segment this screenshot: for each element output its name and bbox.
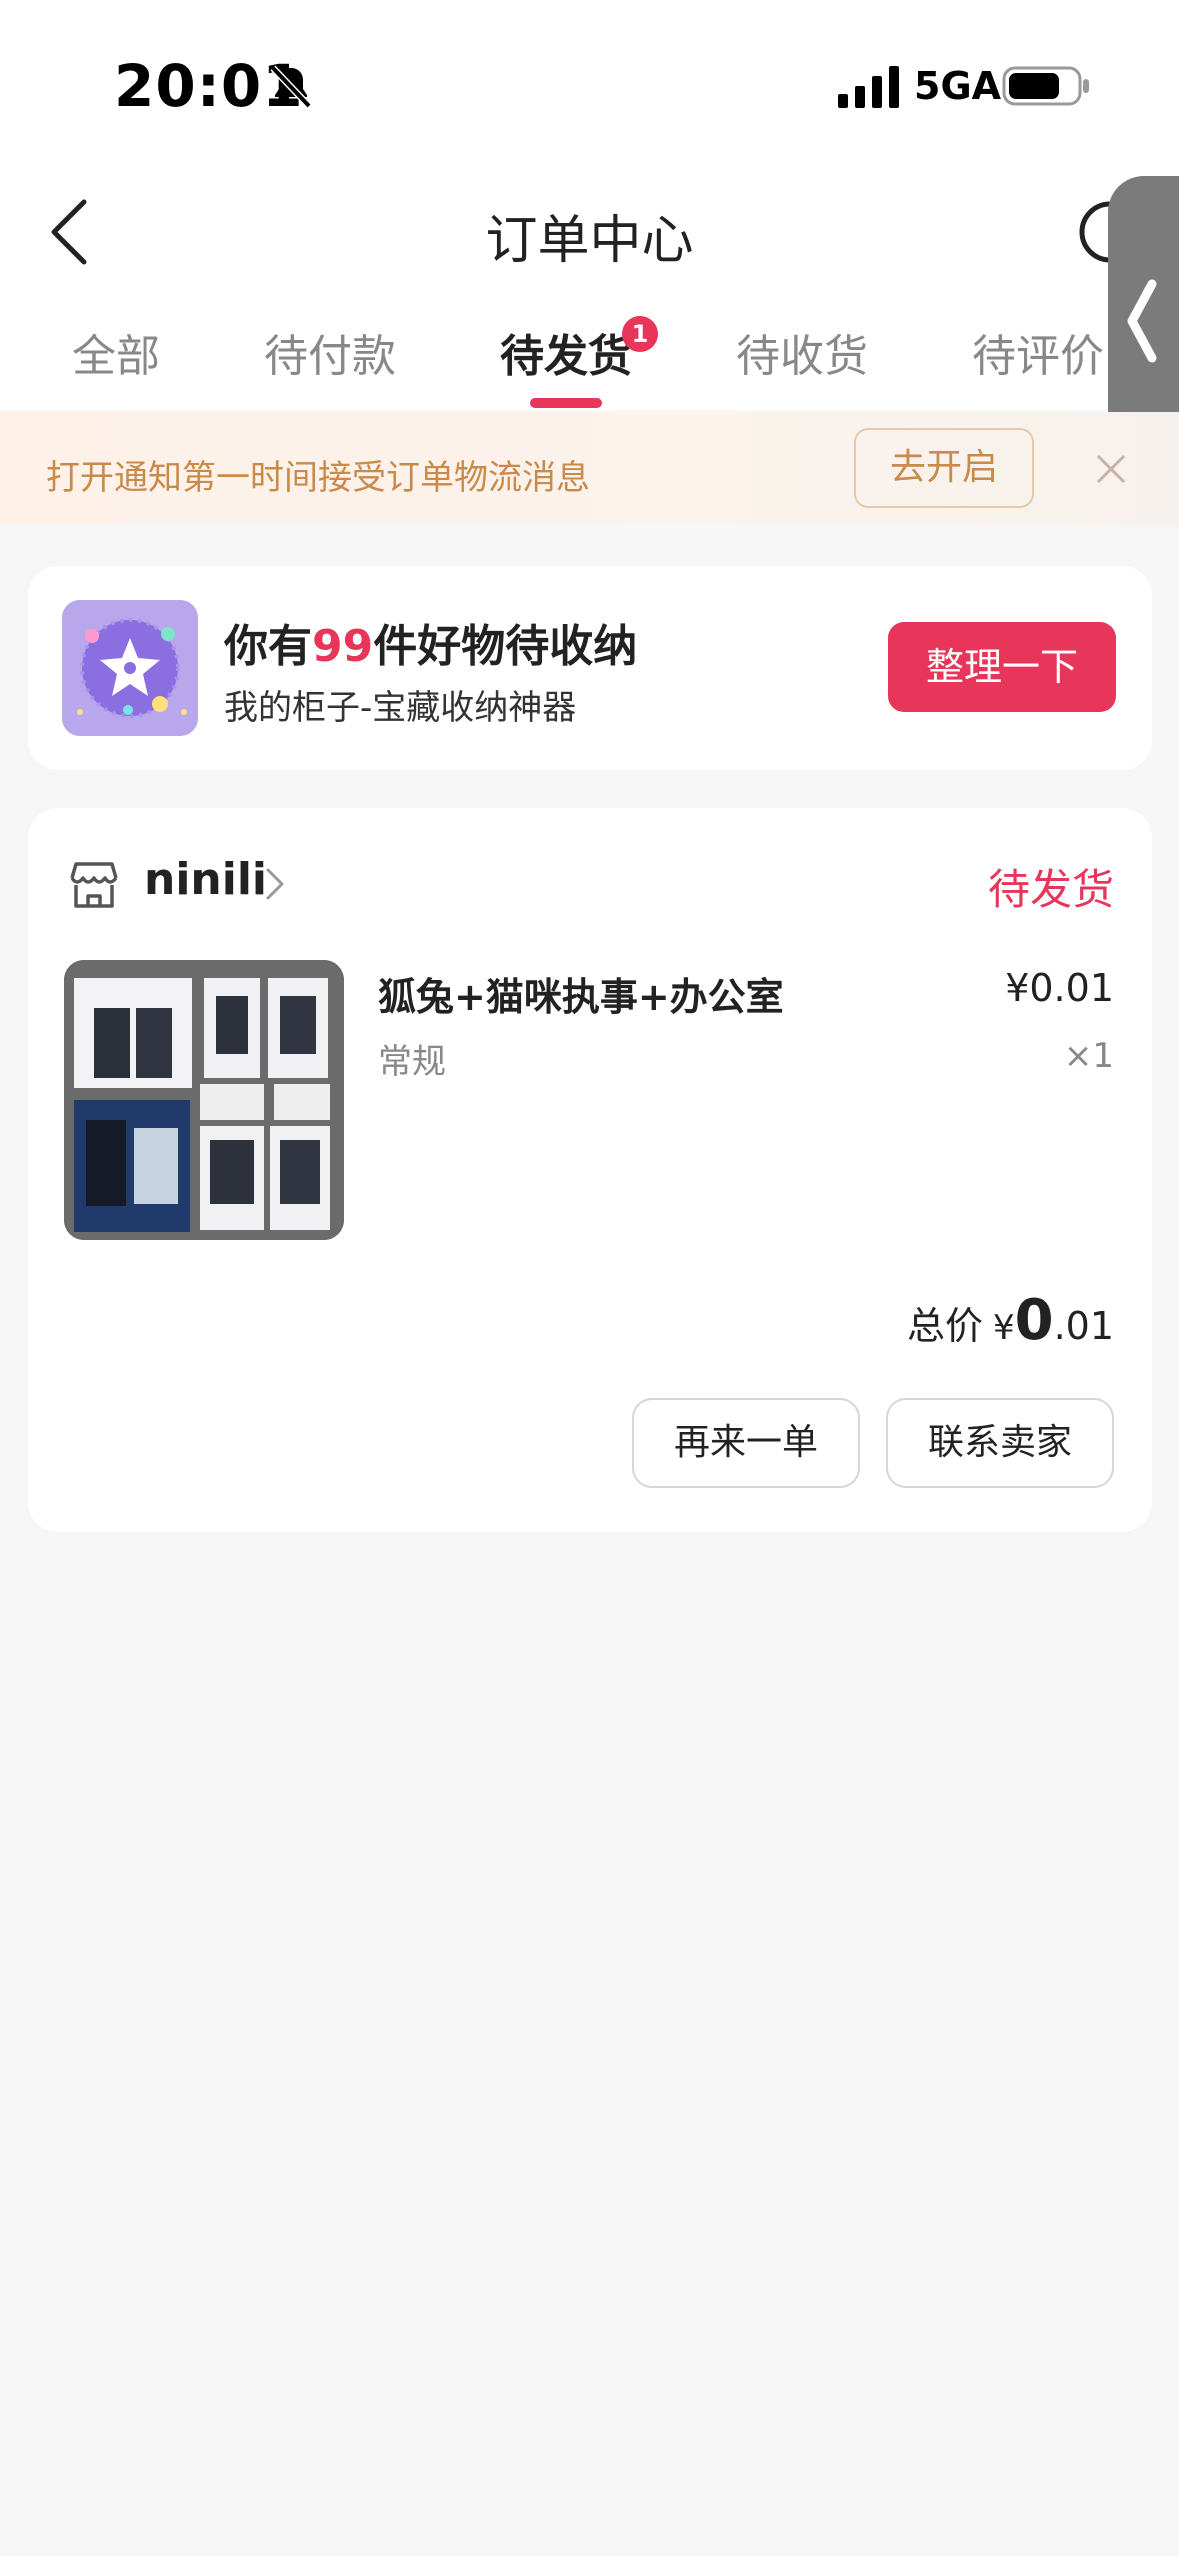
promo-title: 你有99件好物待收纳 xyxy=(224,621,638,672)
reorder-button[interactable]: 再来一单 xyxy=(632,1398,860,1488)
order-card: ninili 待发货 狐兔+猫咪执事+办公室 常规 ¥0.01 ×1 总价 ¥0… xyxy=(28,808,1152,1532)
tab-pending-review[interactable]: 待评价 xyxy=(972,320,1104,384)
order-status: 待发货 xyxy=(987,865,1114,914)
total-decimal: .01 xyxy=(1053,1304,1114,1348)
total-integer: 0 xyxy=(1014,1288,1054,1353)
active-tab-indicator xyxy=(530,398,602,408)
shop-name[interactable]: ninili xyxy=(144,854,267,905)
page-title: 订单中心 xyxy=(485,211,694,271)
product-name[interactable]: 狐兔+猫咪执事+办公室 xyxy=(378,966,784,1021)
product-price: ¥0.01 xyxy=(1005,966,1114,1010)
tab-pending-receipt[interactable]: 待收货 xyxy=(736,320,868,384)
network-type: 5GA xyxy=(914,64,1002,108)
total-currency: ¥ xyxy=(992,1308,1015,1348)
tab-pending-payment[interactable]: 待付款 xyxy=(264,320,396,384)
chevron-left-icon xyxy=(1127,279,1157,363)
promo-subtitle: 我的柜子-宝藏收纳神器 xyxy=(224,688,577,728)
product-image[interactable] xyxy=(64,960,344,1240)
signal-icon xyxy=(838,66,899,108)
header: 订单中心 全部 待付款 待发货 待收货 待评价 1 xyxy=(0,170,1179,410)
tab-badge: 1 xyxy=(622,316,658,352)
enable-notification-button[interactable]: 去开启 xyxy=(854,428,1034,508)
organize-button[interactable]: 整理一下 xyxy=(888,622,1116,712)
status-bar: 20:01 5GA xyxy=(0,0,1179,170)
notification-banner: 打开通知第一时间接受订单物流消息 去开启 xyxy=(0,412,1179,524)
cabinet-app-icon xyxy=(62,600,198,736)
notice-text: 打开通知第一时间接受订单物流消息 xyxy=(46,458,590,498)
total-label: 总价 xyxy=(906,1304,983,1348)
promo-count: 99 xyxy=(312,621,374,672)
tab-pending-shipment[interactable]: 待发货 xyxy=(500,320,632,384)
order-total: 总价 ¥0.01 xyxy=(907,1288,1114,1353)
tab-all[interactable]: 全部 xyxy=(72,320,160,384)
order-tabs: 全部 待付款 待发货 待收货 待评价 xyxy=(0,320,1179,410)
shop-icon[interactable] xyxy=(66,858,122,912)
contact-seller-button[interactable]: 联系卖家 xyxy=(886,1398,1114,1488)
bell-off-icon xyxy=(270,65,312,109)
chevron-right-icon[interactable] xyxy=(264,866,286,902)
product-spec: 常规 xyxy=(378,1042,446,1082)
close-icon[interactable] xyxy=(1094,452,1128,486)
storage-promo-card: 你有99件好物待收纳 我的柜子-宝藏收纳神器 整理一下 xyxy=(28,566,1152,770)
product-quantity: ×1 xyxy=(1063,1036,1114,1076)
battery-icon xyxy=(1002,66,1089,106)
